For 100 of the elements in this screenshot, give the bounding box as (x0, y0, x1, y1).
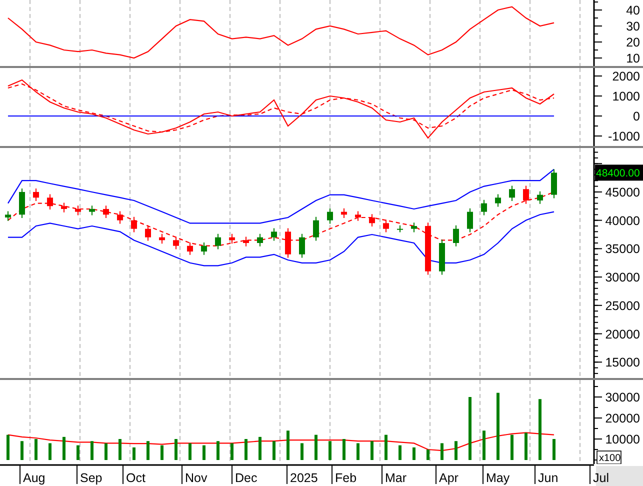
volume-bar (48, 443, 52, 460)
volume-bar (118, 439, 122, 460)
volume-bar (244, 439, 248, 460)
candlestick (285, 228, 291, 258)
candlestick (299, 233, 305, 258)
candlestick (243, 236, 249, 247)
candlestick (509, 185, 515, 202)
volume-bar (258, 436, 262, 460)
volume-bar (496, 392, 500, 460)
month-label: Oct (126, 471, 146, 485)
volume-bar (202, 445, 206, 460)
candlestick (5, 210, 11, 222)
candlestick (19, 188, 25, 219)
volume-bar (230, 443, 234, 460)
volume-bar (356, 443, 360, 460)
month-label: Jun (538, 471, 558, 485)
month-label: Mar (385, 471, 407, 485)
volume-bar (160, 445, 164, 460)
volume-bar (510, 434, 514, 460)
candlestick (467, 208, 473, 233)
axis-label: 30000 (605, 270, 640, 285)
volume-bar (328, 441, 332, 460)
volume-bar (76, 445, 80, 460)
axis-label: 45000 (605, 185, 640, 200)
candlestick (173, 236, 179, 250)
volume-bar (412, 447, 416, 460)
volume-bar (370, 441, 374, 460)
candlestick (215, 233, 221, 250)
candlestick (159, 233, 165, 244)
candlestick (481, 199, 487, 216)
volume-bar (62, 436, 66, 460)
month-label: May (486, 471, 510, 485)
candlestick (257, 233, 263, 247)
candlestick (453, 224, 459, 247)
month-label: Feb (335, 471, 357, 485)
volume-bar (482, 430, 486, 460)
candlestick (397, 224, 403, 233)
volume-bar (300, 443, 304, 460)
volume-bar (398, 445, 402, 460)
volume-bar (342, 439, 346, 460)
candlestick (369, 214, 375, 228)
volume-bar (426, 450, 430, 460)
volume-bar (552, 439, 556, 460)
axis-label: 10 (626, 52, 640, 66)
axis-label: 40 (626, 4, 640, 18)
volume-bar (384, 434, 388, 460)
unit-label: x100 (596, 450, 622, 464)
candlestick (495, 194, 501, 208)
volume-bar (440, 443, 444, 460)
candlestick (383, 219, 389, 233)
volume-bar (468, 397, 472, 460)
axis-label: 30000 (605, 390, 640, 404)
candlestick (411, 222, 417, 233)
month-label: Dec (235, 471, 258, 485)
axis-label: 10000 (605, 432, 640, 446)
candlestick (523, 185, 529, 204)
axis-label: 40000 (605, 214, 640, 228)
candlestick (75, 205, 81, 216)
axis-label: -1000 (608, 130, 640, 144)
candlestick (425, 222, 431, 276)
volume-bar (216, 441, 220, 460)
volume-bar (6, 434, 10, 460)
candlestick (551, 168, 557, 199)
volume-bar (454, 441, 458, 460)
volume-bar (272, 441, 276, 460)
volume-bar (174, 439, 178, 460)
volume-bar (132, 447, 136, 460)
candlestick (47, 194, 53, 210)
candlestick (229, 233, 235, 244)
axis-label: 35000 (605, 242, 640, 256)
axis-label: 15000 (605, 356, 640, 370)
y-axis (593, 0, 602, 66)
price-tag: 48400.00 (595, 164, 643, 181)
month-label: Jul (593, 471, 609, 485)
volume-bar (146, 441, 150, 460)
volume-bar (524, 432, 528, 460)
volume-bar (34, 439, 38, 460)
volume-bar (188, 443, 192, 460)
candlestick (33, 188, 39, 202)
axis-label: 2000 (612, 70, 640, 84)
volume-bar (314, 434, 318, 460)
volume-bar (538, 399, 542, 460)
candlestick (313, 216, 319, 242)
volume-bar (90, 441, 94, 460)
axis-label: 20000 (605, 412, 640, 426)
volume-bar (20, 441, 24, 460)
candlestick (61, 202, 67, 213)
month-label: Nov (185, 471, 208, 485)
month-label: Aug (23, 471, 46, 485)
axis-label: 25000 (605, 298, 640, 313)
candlestick (537, 190, 543, 204)
candlestick (355, 210, 361, 222)
candlestick (271, 228, 277, 242)
candlestick (327, 208, 333, 224)
month-label: 2025 (290, 471, 318, 485)
axis-label: 20 (626, 36, 640, 50)
volume-bar (286, 430, 290, 460)
axis-label: 30 (626, 20, 640, 34)
month-label: Apr (439, 471, 458, 485)
axis-label: 1000 (612, 90, 640, 104)
